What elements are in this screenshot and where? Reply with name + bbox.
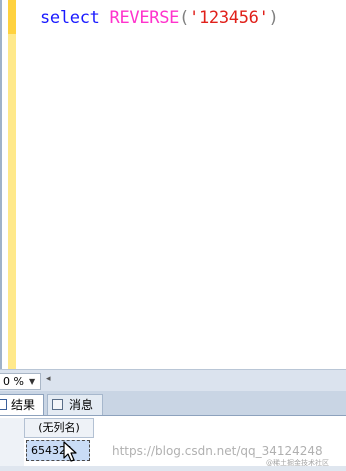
editor-border (0, 0, 2, 369)
query-editor[interactable]: select REVERSE('123456') (0, 0, 346, 369)
sql-function-name: REVERSE (109, 8, 180, 28)
tab-results-label: 结果 (11, 398, 36, 412)
chevron-down-icon[interactable]: ▼ (29, 374, 35, 389)
zoom-select[interactable]: 0 % ▼ (0, 373, 41, 390)
bottom-edge (0, 466, 346, 471)
tab-messages[interactable]: 消息 (47, 394, 103, 415)
string-literal: 123456 (198, 8, 259, 28)
close-paren: ) (268, 8, 279, 28)
watermark-url: https://blog.csdn.net/qq_34124248 (112, 444, 323, 458)
results-tab-strip: 结果 消息 (0, 391, 346, 416)
change-tracking-margin (8, 0, 16, 369)
grid-icon (0, 399, 7, 410)
string-quote-close: ' (258, 8, 269, 28)
zoom-value: 0 % (3, 375, 24, 388)
column-header[interactable]: (无列名) (24, 418, 94, 438)
tab-results[interactable]: 结果 (0, 394, 44, 415)
message-icon (52, 399, 63, 410)
open-paren: ( (179, 8, 190, 28)
tab-messages-label: 消息 (69, 398, 94, 412)
editor-status-bar: 0 % ▼ ◂ (0, 369, 346, 392)
mouse-pointer-icon (63, 441, 77, 462)
sql-query-window: select REVERSE('123456') 0 % ▼ ◂ 结果 消息 (… (0, 0, 346, 471)
sql-keyword: select (40, 8, 100, 28)
string-quote-open: ' (189, 8, 199, 28)
scroll-left-icon[interactable]: ◂ (46, 374, 51, 384)
code-line-1[interactable]: select REVERSE('123456') (40, 6, 279, 30)
row-header-column (0, 418, 24, 466)
change-tracking-marker (8, 0, 16, 34)
table-cell[interactable]: 654321 (26, 440, 90, 461)
